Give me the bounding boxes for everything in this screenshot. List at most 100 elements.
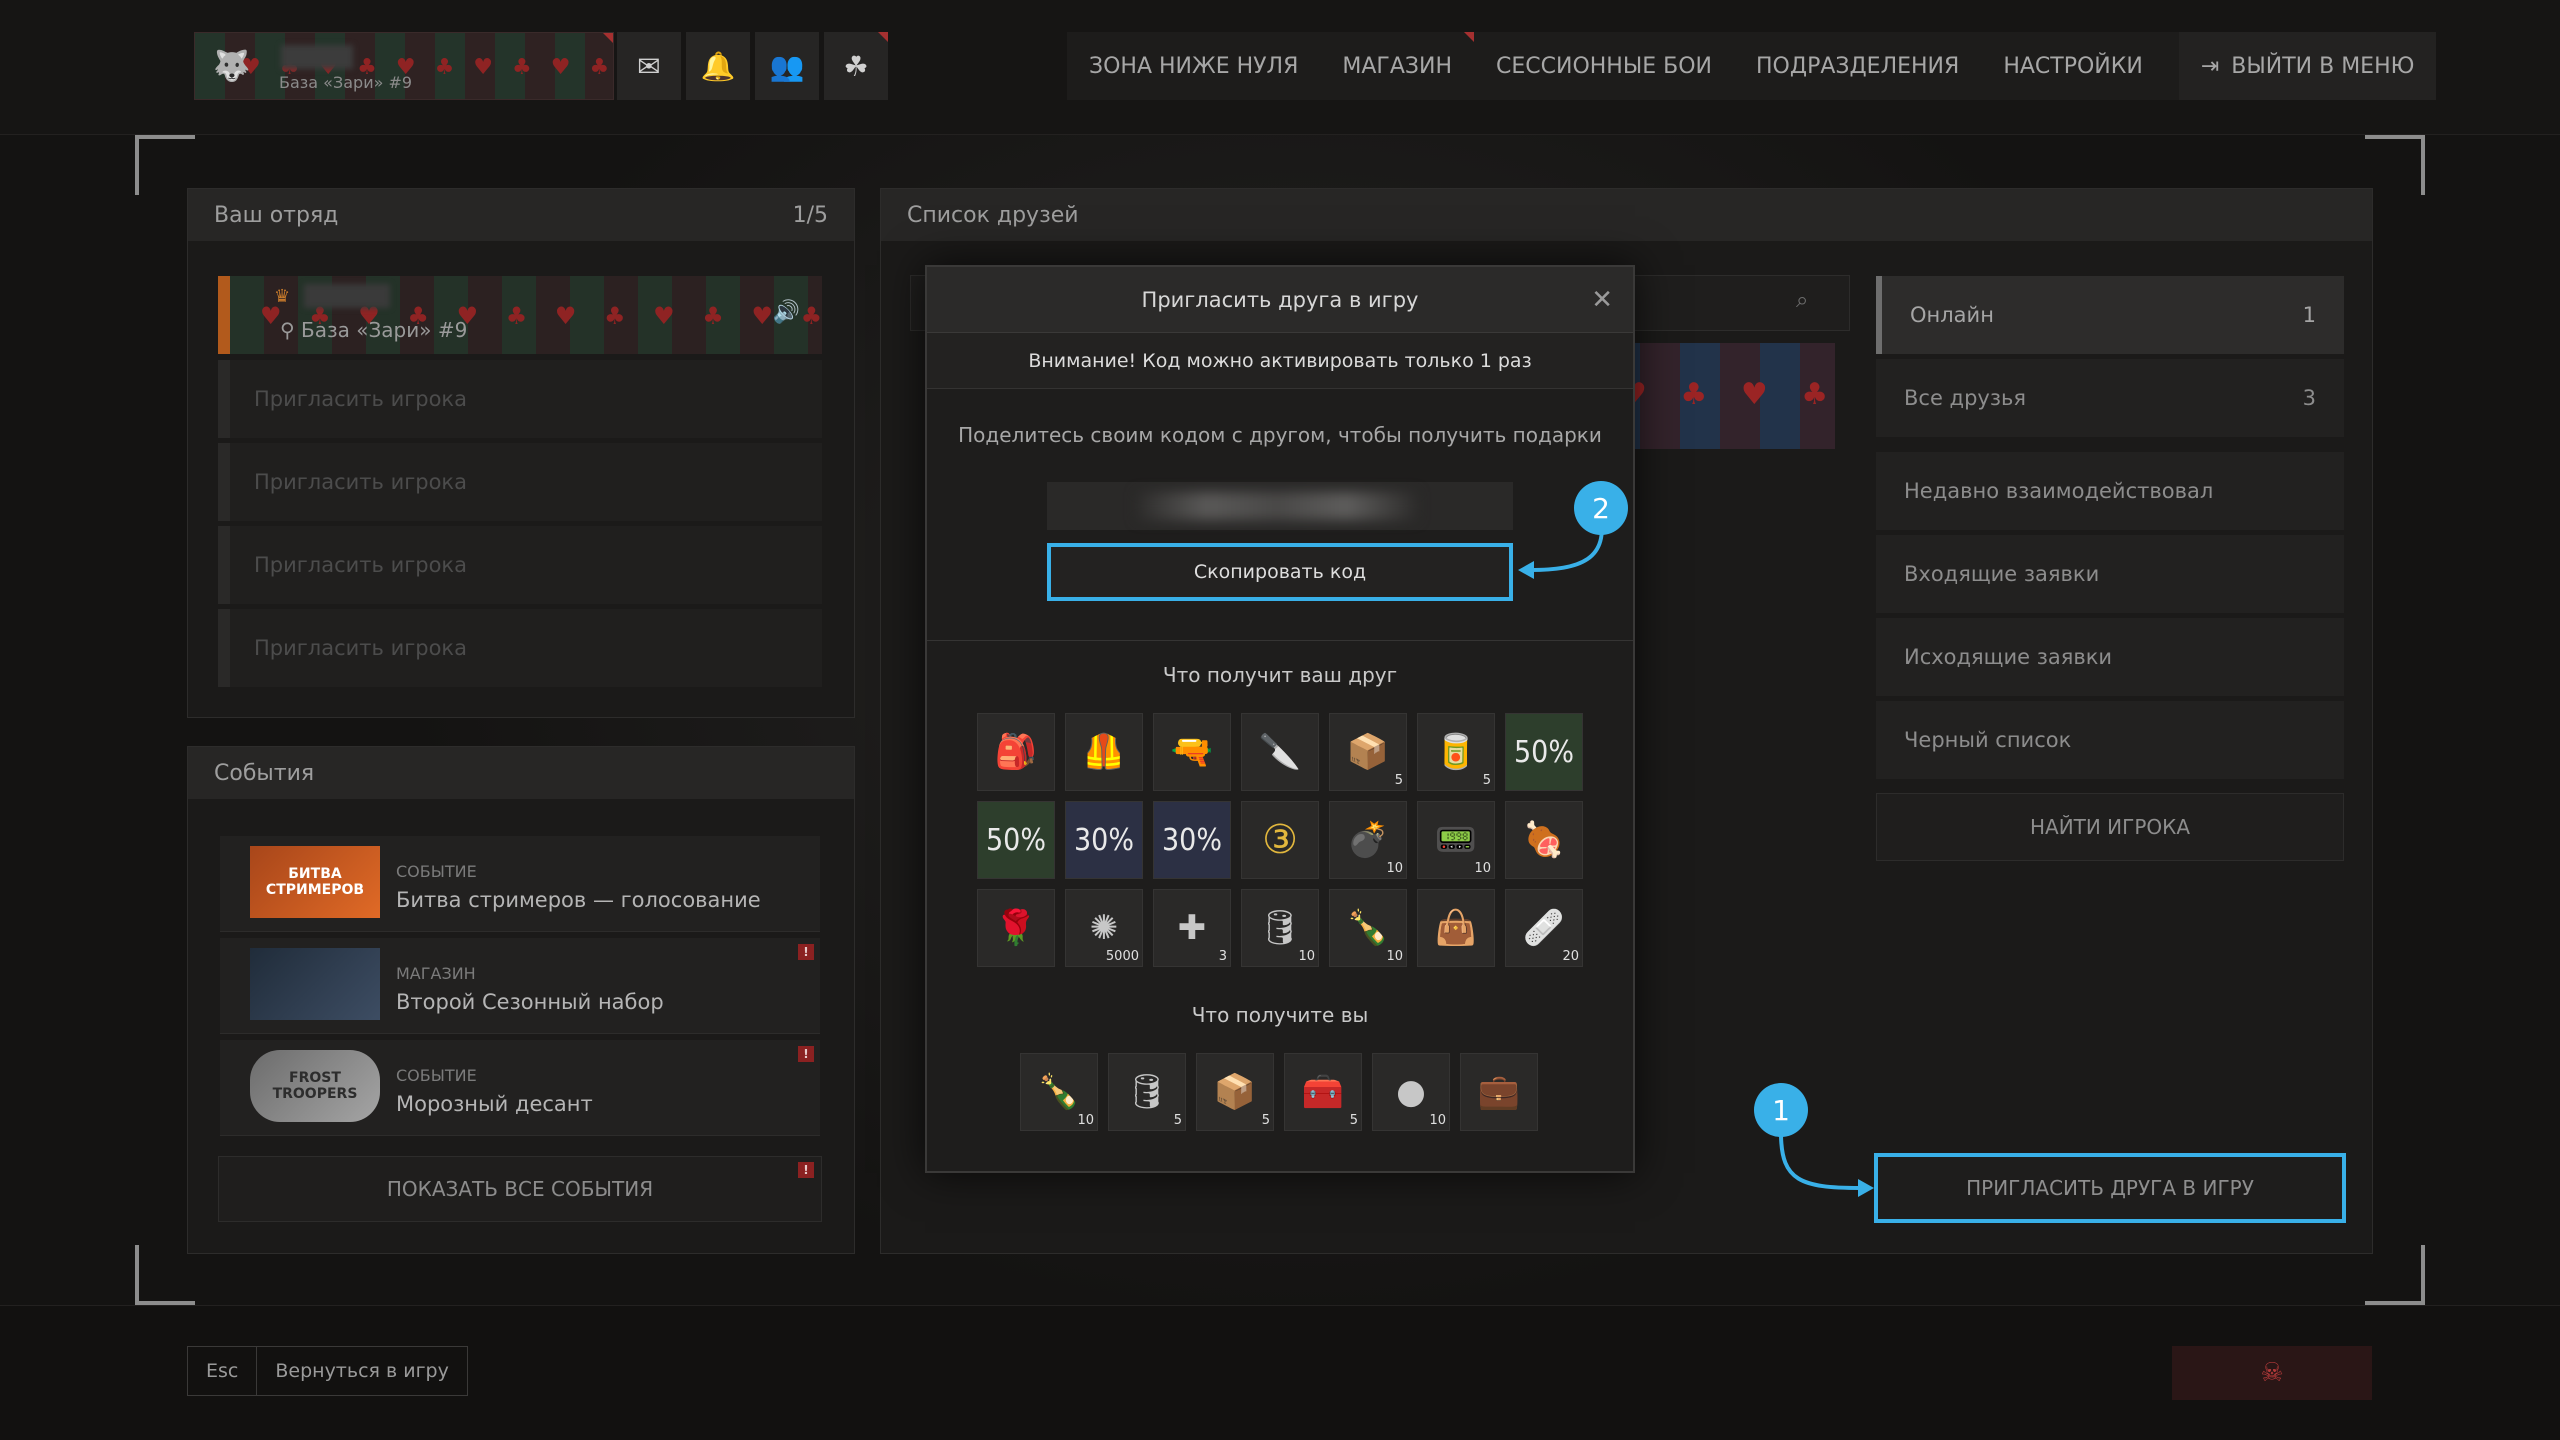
grenade-icon[interactable]: 💣 10 — [1329, 801, 1407, 879]
filter-all-friends[interactable]: Все друзья 3 — [1876, 359, 2344, 437]
invite-slot[interactable]: Пригласить игрока — [218, 609, 822, 687]
nav-settings[interactable]: НАСТРОЙКИ — [1981, 32, 2165, 100]
event-item[interactable]: МАГАЗИН Второй Сезонный набор ! — [220, 938, 820, 1034]
meat-icon[interactable]: 🍖 — [1505, 801, 1583, 879]
squad-leader[interactable]: ♥ ♣ ♥ ♣ ♥ ♣ ♥ ♣ ♥ ♣ ♥ ♣ ♥ ♛ ⚲ База «Зари… — [218, 276, 822, 354]
event-title: Морозный десант — [396, 1092, 593, 1116]
filter-recent[interactable]: Недавно взаимодействовал — [1876, 452, 2344, 530]
discount-50-icon[interactable]: 50% — [977, 801, 1055, 879]
alert-badge-icon: ! — [798, 1046, 814, 1062]
copy-code-label: Скопировать код — [1193, 561, 1367, 583]
nav-session-battles[interactable]: СЕССИОННЫЕ БОИ — [1474, 32, 1734, 100]
med-bag-icon[interactable]: 💼 — [1460, 1053, 1538, 1131]
event-item[interactable]: БИТВА СТРИМЕРОВ СОБЫТИЕ Битва стримеров … — [220, 836, 820, 932]
reward-glyph: 🍾 — [1037, 1072, 1081, 1112]
knife-icon[interactable]: 🔪 — [1241, 713, 1319, 791]
reward-glyph: 📦 — [1346, 732, 1390, 772]
vest-icon[interactable]: 🦺 — [1065, 713, 1143, 791]
discount-30-icon[interactable]: 30% — [1153, 801, 1231, 879]
canister-icon[interactable]: 🛢 5 — [1108, 1053, 1186, 1131]
filter-blacklist[interactable]: Черный список — [1876, 701, 2344, 779]
glow-orb-icon[interactable]: ● 10 — [1372, 1053, 1450, 1131]
ammo-box-icon[interactable]: 🧰 5 — [1284, 1053, 1362, 1131]
invite-slot[interactable]: Пригласить игрока — [218, 443, 822, 521]
invite-slot[interactable]: Пригласить игрока — [218, 526, 822, 604]
friend-rewards-title: Что получит ваш друг — [1162, 663, 1398, 687]
mail-icon[interactable]: ✉ — [617, 32, 681, 100]
squad-count: 1/5 — [792, 202, 828, 228]
nav-zone-below-zero[interactable]: ЗОНА НИЖЕ НУЛЯ — [1067, 32, 1320, 100]
ration-icon[interactable]: 🥫 5 — [1417, 713, 1495, 791]
skull-icon[interactable]: ☠ — [2172, 1346, 2372, 1400]
medkit-icon[interactable]: ✚ 3 — [1153, 889, 1231, 967]
find-player-label: НАЙТИ ИГРОКА — [2029, 815, 2191, 839]
filter-outgoing[interactable]: Исходящие заявки — [1876, 618, 2344, 696]
reward-glyph: 🌹 — [994, 908, 1038, 948]
discount-30-icon[interactable]: 30% — [1065, 801, 1143, 879]
modal-header: Пригласить друга в игру — [927, 267, 1633, 333]
filter-label: Черный список — [1904, 728, 2072, 752]
squad-header: Ваш отряд 1/5 — [188, 189, 854, 241]
filter-count: 1 — [2302, 303, 2316, 327]
filter-incoming[interactable]: Входящие заявки — [1876, 535, 2344, 613]
speaker-icon[interactable]: 🔊 — [773, 300, 800, 325]
units-icon[interactable]: ☘ — [824, 32, 888, 100]
reward-glyph: 50% — [986, 822, 1046, 858]
invite-friend-button[interactable]: ПРИГЛАСИТЬ ДРУГА В ИГРУ — [1874, 1153, 2346, 1223]
reward-glyph: 🦺 — [1082, 732, 1126, 772]
show-all-events-label: ПОКАЗАТЬ ВСЕ СОБЫТИЯ — [386, 1177, 654, 1201]
reward-glyph: ✺ — [1089, 908, 1119, 948]
discount-50-icon[interactable]: 50% — [1505, 713, 1583, 791]
event-category: СОБЫТИЕ — [396, 1066, 477, 1085]
event-thumbnail: FROST TROOPERS — [250, 1050, 380, 1122]
bottle-icon[interactable]: 🍾 10 — [1329, 889, 1407, 967]
reward-glyph: 🍾 — [1346, 908, 1390, 948]
wolf-avatar-icon: 🐺 — [213, 49, 251, 84]
search-icon[interactable]: ⌕ — [1796, 288, 1808, 313]
rose-icon[interactable]: 🌹 — [977, 889, 1055, 967]
reward-count: 10 — [1429, 1113, 1446, 1128]
energy-orb-icon[interactable]: ✺ 5000 — [1065, 889, 1143, 967]
step-marker-2: 2 — [1574, 481, 1628, 535]
invite-code-field — [1047, 482, 1513, 530]
bell-icon[interactable]: 🔔 — [686, 32, 750, 100]
reward-glyph: 🥫 — [1434, 732, 1478, 772]
show-all-events-button[interactable]: ПОКАЗАТЬ ВСЕ СОБЫТИЯ — [218, 1156, 822, 1222]
event-item[interactable]: FROST TROOPERS СОБЫТИЕ Морозный десант ! — [220, 1040, 820, 1136]
frame-corner — [2365, 135, 2425, 195]
crate-icon[interactable]: 📦 5 — [1329, 713, 1407, 791]
close-icon[interactable]: ✕ — [1591, 285, 1613, 315]
step-marker-1: 1 — [1754, 1083, 1808, 1137]
bottle-icon[interactable]: 🍾 10 — [1020, 1053, 1098, 1131]
friend-card[interactable]: ♥ ♣ ♥ ♣ ♥ — [1600, 343, 1835, 449]
bandage-icon[interactable]: 🩹 20 — [1505, 889, 1583, 967]
nav-units[interactable]: ПОДРАЗДЕЛЕНИЯ — [1734, 32, 1981, 100]
leader-base-label: База «Зари» #9 — [301, 318, 468, 342]
friend-rewards-grid: 🎒 🦺 🔫 🔪 📦 5 🥫 5 50% 50% 30% 30% ③ 💣 10 📟 10 🍖 🌹 ✺ 5000 ✚ 3 🛢 10 🍾… — [977, 713, 1583, 967]
notification-tick — [878, 32, 888, 42]
canister-icon[interactable]: 🛢 10 — [1241, 889, 1319, 967]
reward-count: 5 — [1394, 773, 1403, 788]
invite-slot[interactable]: Пригласить игрока — [218, 360, 822, 438]
reward-glyph: 30% — [1074, 822, 1134, 858]
device-icon[interactable]: 📟 10 — [1417, 801, 1495, 879]
event-title: Второй Сезонный набор — [396, 990, 664, 1014]
reward-count: 10 — [1386, 949, 1403, 964]
bag-icon[interactable]: 👜 — [1417, 889, 1495, 967]
backpack-icon[interactable]: 🎒 — [977, 713, 1055, 791]
gold-3-icon[interactable]: ③ — [1241, 801, 1319, 879]
reward-glyph: 🧰 — [1301, 1072, 1345, 1112]
reward-count: 5 — [1349, 1113, 1358, 1128]
pistol-icon[interactable]: 🔫 — [1153, 713, 1231, 791]
nav-shop[interactable]: МАГАЗИН — [1320, 32, 1474, 100]
notification-tick — [1464, 32, 1474, 42]
events-header: События — [188, 747, 854, 799]
exit-menu-button[interactable]: ⇥ ВЫЙТИ В МЕНЮ — [2178, 32, 2437, 100]
filter-online[interactable]: Онлайн 1 — [1876, 276, 2344, 354]
player-profile[interactable]: ♥ ♣ ♥ ♣ ♥ ♣ ♥ ♣ ♥ ♣ ♥ 🐺 База «Зари» #9 — [194, 32, 614, 100]
crate-icon[interactable]: 📦 5 — [1196, 1053, 1274, 1131]
find-player-button[interactable]: НАЙТИ ИГРОКА — [1876, 793, 2344, 861]
copy-code-button[interactable]: Скопировать код — [1047, 543, 1513, 601]
back-to-game[interactable]: Esc Вернуться в игру — [187, 1346, 468, 1396]
friends-icon[interactable]: 👥 — [755, 32, 819, 100]
